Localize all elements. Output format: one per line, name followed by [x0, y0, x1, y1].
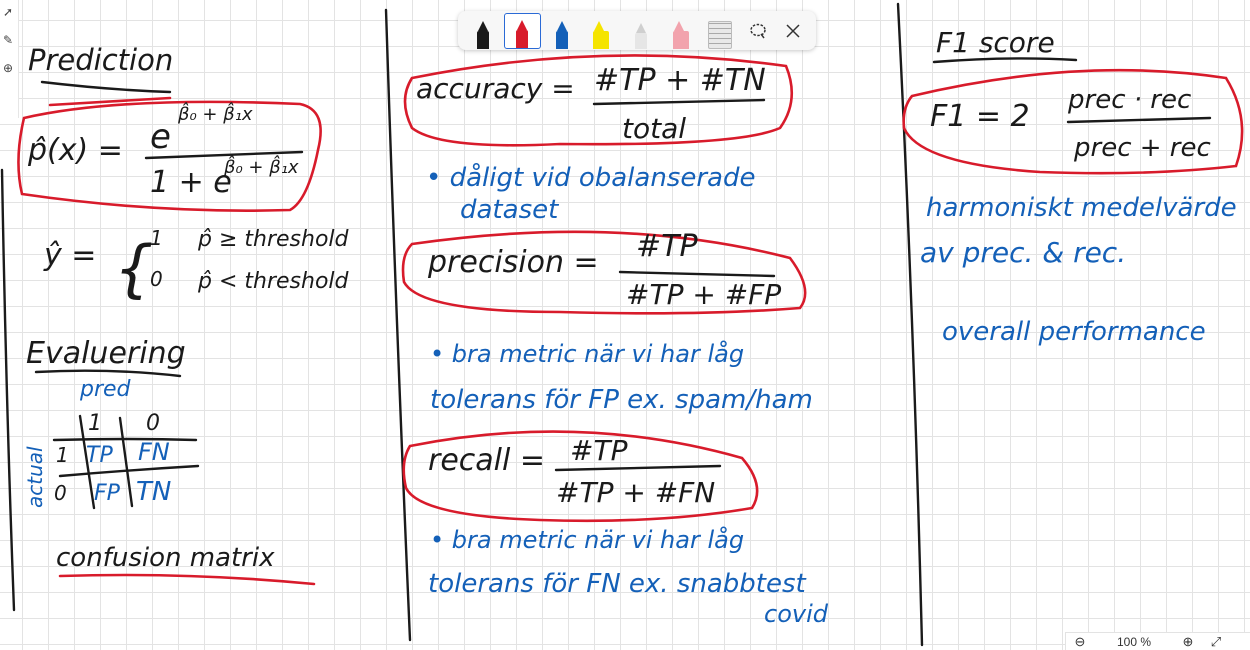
precision-num: #TP	[636, 229, 698, 264]
note3-line3: covid	[764, 600, 829, 628]
blue-pen-icon	[555, 20, 568, 49]
phat-num-e: e	[150, 117, 171, 157]
cm-col1-label: 1	[88, 411, 102, 436]
f1-note-line2: av prec. & rec.	[920, 236, 1126, 269]
note1-line1: • dåligt vid obalanserade	[426, 162, 755, 193]
phat-den: 1 + e	[150, 165, 232, 200]
cm-vline-2	[118, 416, 134, 508]
cm-fp: FP	[94, 481, 121, 506]
case1-cond: p̂ ≥ threshold	[197, 227, 350, 252]
heading-eval: Evaluering	[26, 336, 186, 371]
f1-den: prec + rec	[1073, 133, 1211, 163]
note2-line2: tolerans för FP ex. spam/ham	[430, 385, 813, 415]
yellow-highlighter-icon	[593, 20, 610, 49]
f1-note-line1: harmoniskt medelvärde	[926, 193, 1237, 223]
close-icon[interactable]	[776, 13, 810, 49]
precision-den: #TP + #FP	[626, 278, 781, 311]
cm-row1-label: 1	[56, 443, 69, 467]
ruler-tool[interactable]	[701, 13, 739, 49]
red-pen-icon	[516, 19, 529, 48]
heading-prediction-underline	[40, 80, 172, 94]
black-pen-icon	[476, 20, 489, 49]
pred-label: pred	[79, 377, 132, 402]
lasso-icon[interactable]	[741, 13, 775, 49]
note3-line1: • bra metric när vi har låg	[430, 525, 744, 554]
eraser-icon	[634, 22, 647, 49]
confusion-underline-red	[58, 573, 316, 586]
heading-prediction: Prediction	[28, 43, 173, 77]
case2-cond: p̂ < threshold	[197, 269, 350, 294]
accuracy-den: total	[622, 112, 686, 145]
precision-lhs: precision =	[427, 245, 599, 280]
fit-to-screen-icon[interactable]: ⤢	[1202, 634, 1230, 650]
cm-hline-2	[58, 464, 200, 478]
case2-val: 0	[150, 267, 163, 291]
note3-line2: tolerans för FN ex. snabbtest	[428, 569, 807, 599]
pink-highlighter-icon	[672, 20, 689, 49]
case1-val: 1	[150, 226, 163, 250]
accuracy-lhs: accuracy =	[416, 72, 575, 105]
phat-label: p̂(x) =	[27, 133, 123, 168]
yhat-label: ŷ =	[43, 238, 96, 273]
eraser-tool[interactable]	[622, 13, 660, 49]
pen-toolbar	[458, 11, 816, 50]
cm-tp: TP	[86, 443, 113, 468]
confusion-matrix-label: confusion matrix	[56, 543, 275, 573]
yellow-highlighter-tool[interactable]	[583, 13, 621, 49]
cm-row0-label: 0	[54, 481, 67, 505]
heading-f1: F1 score	[936, 26, 1055, 59]
zoom-level[interactable]: 100 %	[1094, 635, 1174, 649]
cm-fn: FN	[138, 438, 170, 466]
phat-num-exp: β̂₀ + β̂₁x	[177, 102, 253, 125]
cm-hline	[52, 437, 198, 442]
f1-note-line3: overall performance	[942, 317, 1206, 347]
zoom-bar: ⊖ 100 % ⊕ ⤢	[1065, 632, 1250, 650]
recall-den: #TP + #FN	[556, 476, 715, 509]
f1-num: prec · rec	[1067, 85, 1191, 115]
note2-line1: • bra metric när vi har låg	[430, 339, 744, 368]
precision-fraction-bar	[618, 270, 776, 278]
f1-lhs: F1 = 2	[930, 99, 1030, 134]
phat-den-exp: β̂₀ + β̂₁x	[223, 155, 299, 178]
cm-col0-label: 0	[146, 411, 160, 436]
pink-highlighter-tool[interactable]	[662, 13, 700, 49]
yhat-brace: {	[114, 232, 153, 305]
f1-fraction-bar	[1066, 116, 1212, 124]
recall-lhs: recall =	[428, 443, 545, 478]
actual-label: actual	[23, 446, 47, 508]
cm-tn: TN	[136, 477, 171, 507]
ink-canvas[interactable]: Prediction p̂(x) = e β̂₀ + β̂₁x 1 + e β̂…	[0, 0, 1250, 649]
accuracy-fraction-bar	[592, 98, 766, 106]
heading-eval-underline	[34, 369, 182, 378]
accuracy-num: #TP + #TN	[594, 63, 766, 98]
note1-line2: dataset	[460, 195, 559, 225]
zoom-out-icon[interactable]: ⊖	[1066, 634, 1094, 650]
zoom-in-icon[interactable]: ⊕	[1174, 634, 1202, 650]
black-pen-tool[interactable]	[464, 13, 502, 49]
ruler-icon	[708, 20, 733, 49]
blue-pen-tool[interactable]	[543, 13, 581, 49]
red-pen-tool[interactable]	[503, 12, 542, 49]
recall-num: #TP	[570, 434, 628, 467]
divider-left	[0, 168, 16, 612]
